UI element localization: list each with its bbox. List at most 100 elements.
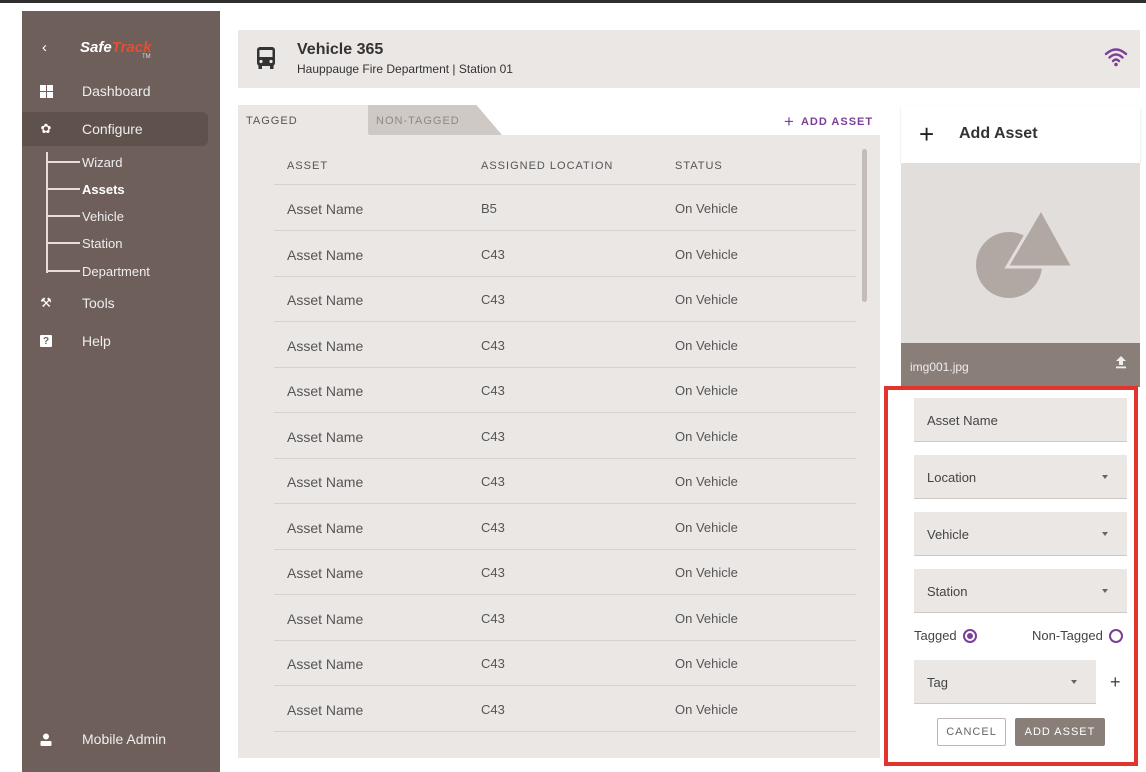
station-label: Station bbox=[927, 584, 968, 599]
logo-trademark: TM bbox=[142, 54, 151, 60]
table-row[interactable]: Asset Name C43 On Vehicle bbox=[274, 549, 856, 595]
table-row[interactable]: Asset Name C43 On Vehicle bbox=[274, 504, 856, 550]
cell-status: On Vehicle bbox=[675, 292, 738, 307]
cell-status: On Vehicle bbox=[675, 246, 738, 262]
cell-asset: Asset Name bbox=[287, 610, 364, 627]
nav-sub-station[interactable]: Station bbox=[46, 233, 122, 253]
cell-asset: Asset Name bbox=[287, 337, 364, 354]
asset-name-placeholder: Asset Name bbox=[927, 413, 998, 428]
nav-sub-label: Wizard bbox=[82, 154, 123, 170]
table-row[interactable]: Asset Name C43 On Vehicle bbox=[274, 686, 856, 732]
table-row[interactable]: Asset Name C43 On Vehicle bbox=[274, 640, 856, 686]
radio-checked-icon[interactable] bbox=[962, 628, 977, 643]
cell-location: C43 bbox=[481, 701, 505, 717]
nav-tools[interactable]: ⚒ Tools bbox=[22, 286, 220, 320]
table-row[interactable]: Asset Name C43 On Vehicle bbox=[274, 595, 856, 641]
cell-location: C43 bbox=[481, 519, 505, 535]
nav-sub-label: Department bbox=[82, 263, 150, 279]
cell-asset: Asset Name bbox=[287, 701, 364, 718]
nav-sub-assets[interactable]: Assets bbox=[46, 179, 125, 199]
logo: SafeTrack TM bbox=[80, 39, 151, 60]
radio-tagged[interactable]: Tagged bbox=[914, 628, 977, 643]
nav-sub-department[interactable]: Department bbox=[46, 261, 150, 281]
tag-select[interactable]: Tag bbox=[914, 660, 1096, 704]
image-filename: img001.jpg bbox=[910, 360, 969, 374]
chevron-down-icon bbox=[1071, 680, 1077, 684]
add-asset-panel-header: + Add Asset bbox=[901, 106, 1140, 163]
nav-help-label: Help bbox=[82, 333, 111, 349]
gear-icon: ✿ bbox=[40, 121, 52, 136]
cell-asset: Asset Name bbox=[287, 656, 364, 672]
plus-icon: + bbox=[784, 112, 795, 131]
vehicle-label: Vehicle bbox=[927, 527, 969, 542]
tab-non-tagged[interactable]: NON-TAGGED bbox=[360, 105, 502, 135]
nav-dashboard-label: Dashboard bbox=[82, 83, 151, 99]
cell-status: On Vehicle bbox=[675, 201, 738, 216]
nav-configure[interactable]: ✿ Configure bbox=[22, 112, 208, 146]
chevron-down-icon bbox=[1102, 532, 1108, 536]
help-icon: ? bbox=[38, 333, 54, 349]
tab-tagged-label: TAGGED bbox=[246, 115, 298, 127]
image-file-bar: img001.jpg bbox=[901, 343, 1140, 387]
cell-location: C43 bbox=[481, 383, 505, 398]
location-label: Location bbox=[927, 470, 977, 485]
user-icon bbox=[38, 731, 54, 747]
cell-status: On Vehicle bbox=[675, 565, 738, 580]
sidebar: ‹ SafeTrack TM Dashboard ✿ Configure Wiz… bbox=[22, 11, 220, 772]
scrollbar-thumb[interactable] bbox=[862, 149, 867, 302]
nav-dashboard[interactable]: Dashboard bbox=[22, 74, 220, 108]
nav-sub-wizard[interactable]: Wizard bbox=[46, 152, 122, 172]
vehicle-select[interactable]: Vehicle bbox=[914, 512, 1127, 556]
cell-location: C43 bbox=[481, 292, 505, 307]
cancel-button[interactable]: CANCEL bbox=[937, 718, 1006, 746]
station-select[interactable]: Station bbox=[914, 569, 1127, 613]
nav-sub-label: Vehicle bbox=[82, 208, 124, 224]
column-header-asset[interactable]: ASSET bbox=[287, 160, 328, 172]
table-row[interactable]: Asset Name C43 On Vehicle bbox=[274, 276, 856, 322]
page-subtitle: Hauppauge Fire Department | Station 01 bbox=[297, 62, 513, 76]
page-title: Vehicle 365 bbox=[297, 41, 384, 58]
cell-status: On Vehicle bbox=[675, 701, 738, 717]
tab-tagged[interactable]: TAGGED bbox=[238, 105, 368, 135]
add-asset-link[interactable]: + ADD ASSET bbox=[784, 112, 873, 132]
add-tag-plus-icon[interactable]: + bbox=[1110, 672, 1121, 693]
cell-asset: Asset Name bbox=[287, 383, 364, 399]
cell-location: C43 bbox=[481, 610, 505, 626]
chevron-down-icon bbox=[1102, 475, 1108, 479]
nav-sub-vehicle[interactable]: Vehicle bbox=[46, 206, 124, 226]
nav-help[interactable]: ? Help bbox=[22, 324, 220, 358]
table-row[interactable]: Asset Name C43 On Vehicle bbox=[274, 231, 856, 277]
plus-icon[interactable]: + bbox=[919, 119, 934, 150]
table-header: ASSET ASSIGNED LOCATION STATUS bbox=[274, 143, 856, 185]
asset-name-field[interactable]: Asset Name bbox=[914, 398, 1127, 442]
column-header-location[interactable]: ASSIGNED LOCATION bbox=[481, 160, 613, 172]
cell-location: C43 bbox=[481, 474, 505, 489]
collapse-chevron-icon[interactable]: ‹ bbox=[42, 39, 47, 56]
cell-location: C43 bbox=[481, 565, 505, 580]
asset-image-preview[interactable] bbox=[901, 163, 1140, 343]
cell-asset: Asset Name bbox=[287, 474, 364, 490]
radio-non-tagged[interactable]: Non-Tagged bbox=[1032, 628, 1123, 643]
location-select[interactable]: Location bbox=[914, 455, 1127, 499]
column-header-status[interactable]: STATUS bbox=[675, 160, 723, 172]
upload-icon[interactable] bbox=[1115, 355, 1127, 374]
table-row[interactable]: Asset Name C43 On Vehicle bbox=[274, 458, 856, 504]
radio-non-tagged-label: Non-Tagged bbox=[1032, 628, 1103, 643]
radio-unchecked-icon[interactable] bbox=[1108, 628, 1123, 643]
cell-asset: Asset Name bbox=[287, 201, 364, 217]
table-row[interactable]: Asset Name B5 On Vehicle bbox=[274, 185, 856, 231]
nav-sub-label: Station bbox=[82, 235, 123, 251]
table-row[interactable]: Asset Name C43 On Vehicle bbox=[274, 413, 856, 459]
tab-non-tagged-label: NON-TAGGED bbox=[376, 115, 460, 127]
cell-location: C43 bbox=[481, 428, 505, 444]
nav-tools-label: Tools bbox=[82, 295, 115, 311]
bus-icon bbox=[256, 46, 276, 75]
cell-asset: Asset Name bbox=[287, 565, 364, 581]
table-row[interactable]: Asset Name C43 On Vehicle bbox=[274, 367, 856, 413]
nav-sub-label: Assets bbox=[82, 181, 125, 197]
add-asset-button[interactable]: ADD ASSET bbox=[1015, 718, 1105, 746]
table-row[interactable]: Asset Name C43 On Vehicle bbox=[274, 322, 856, 368]
cell-asset: Asset Name bbox=[287, 246, 364, 263]
cell-asset: Asset Name bbox=[287, 519, 364, 536]
user-mobile-admin[interactable]: Mobile Admin bbox=[22, 722, 220, 756]
